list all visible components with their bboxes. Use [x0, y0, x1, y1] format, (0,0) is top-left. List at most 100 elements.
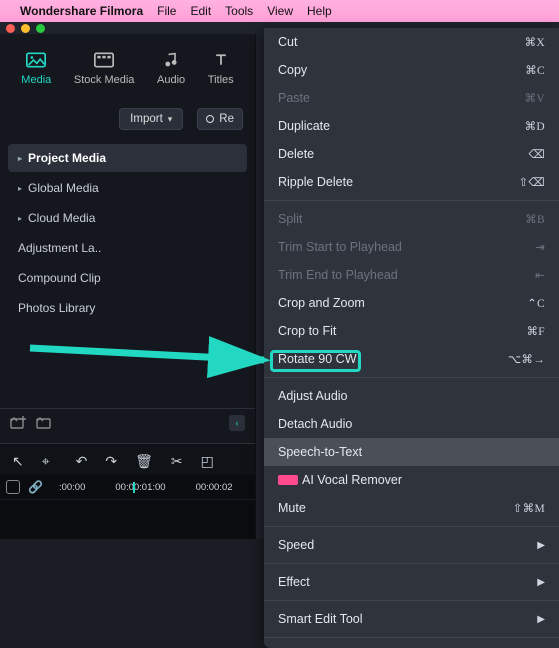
timeline-track[interactable]	[0, 499, 255, 539]
tab-titles[interactable]: Titles	[208, 52, 234, 86]
nav-cloud-media[interactable]: ▸ Cloud Media	[8, 204, 247, 232]
menu-item-adjust-audio[interactable]: Adjust Audio	[264, 382, 559, 410]
menu-separator	[264, 200, 559, 201]
import-button[interactable]: Import ▾	[119, 108, 183, 130]
menu-item-label: Speed	[278, 538, 314, 552]
menu-item-effect[interactable]: Effect▶	[264, 568, 559, 596]
window-minimize-button[interactable]	[21, 24, 30, 33]
menu-item-label: AI Vocal Remover	[302, 473, 402, 487]
menu-item-copy[interactable]: Copy ⌘C	[264, 56, 559, 84]
music-note-icon	[161, 52, 181, 68]
chevron-right-icon: ▸	[18, 154, 22, 163]
menu-item-crop-and-zoom[interactable]: Crop and Zoom⌃C	[264, 289, 559, 317]
menu-file[interactable]: File	[157, 4, 176, 18]
menu-item-label: Trim End to Playhead	[278, 268, 398, 282]
chevron-right-icon: ▸	[18, 214, 22, 223]
timeline-header: 🔗 :00:00 00:00:01:00 00:00:02	[0, 475, 255, 499]
link-icon[interactable]: 🔗	[28, 480, 43, 494]
menu-separator	[264, 600, 559, 601]
menu-item-label: Crop to Fit	[278, 324, 336, 338]
button-label: Import	[130, 113, 163, 125]
app-name: Wondershare Filmora	[20, 4, 143, 18]
nav-label: Global Media	[28, 181, 99, 195]
menu-item-cut[interactable]: Cut⌘X	[264, 28, 559, 56]
timeline-ruler[interactable]: :00:00 00:00:01:00 00:00:02	[51, 482, 249, 493]
reel-icon	[94, 52, 114, 68]
tab-audio[interactable]: Audio	[157, 52, 185, 86]
redo-button[interactable]: ↷	[105, 453, 117, 470]
record-button[interactable]: Re	[197, 108, 243, 130]
button-label: Re	[219, 113, 234, 125]
pointer-tool-icon[interactable]: ↖	[12, 453, 24, 470]
folder-icon[interactable]	[36, 416, 52, 430]
tab-media[interactable]: Media	[21, 52, 51, 86]
menu-tools[interactable]: Tools	[225, 4, 253, 18]
menu-separator	[264, 637, 559, 638]
ruler-tick: :00:00	[59, 482, 85, 493]
menu-item-delete[interactable]: Delete⌫	[264, 140, 559, 168]
menu-shortcut: ⌘V	[525, 91, 545, 105]
timeline-toolbar: ↖ ⌖ ↶ ↷ 🗑 ✂ ◰	[0, 443, 255, 479]
nav-project-media[interactable]: ▸Project Media	[8, 144, 247, 172]
menu-view[interactable]: View	[267, 4, 293, 18]
new-folder-icon[interactable]	[10, 416, 26, 430]
tab-label: Stock Media	[74, 74, 135, 86]
new-badge	[278, 475, 298, 485]
nav-adjustment-layer[interactable]: Adjustment La..	[8, 234, 247, 262]
crop-icon[interactable]: ◰	[201, 453, 214, 470]
menu-item-label: Rotate 90 CW	[278, 352, 357, 366]
text-t-icon	[211, 52, 231, 68]
menu-item-duplicate[interactable]: Duplicate ⌘D	[264, 112, 559, 140]
nav-label: Cloud Media	[28, 211, 95, 225]
tab-stock-media[interactable]: Stock Media	[74, 52, 135, 86]
menu-shortcut: ⌘C	[525, 63, 545, 77]
menu-shortcut: ⌘B	[525, 212, 545, 226]
menu-item-speech-to-text[interactable]: Speech-to-Text	[264, 438, 559, 466]
image-icon	[26, 52, 46, 68]
timeline-lock-icon[interactable]	[6, 480, 20, 494]
clip-context-menu: Cut⌘XCopy⌘CPaste⌘VDuplicate⌘DDelete⌫Ripp…	[264, 28, 559, 648]
window-zoom-button[interactable]	[36, 24, 45, 33]
tab-label: Titles	[208, 74, 234, 86]
menu-item-label: Detach Audio	[278, 417, 352, 431]
menu-separator	[264, 377, 559, 378]
window-close-button[interactable]	[6, 24, 15, 33]
menu-item-label: Copy	[278, 63, 307, 77]
media-panel: Media Stock Media Audio Titles	[0, 34, 256, 539]
menu-item-mute[interactable]: Mute⇧⌘M	[264, 494, 559, 522]
menu-item-ai-vocal-remover[interactable]: AI Vocal Remover	[264, 466, 559, 494]
nav-label: Photos Library	[18, 301, 95, 315]
menu-shortcut: ⌘F	[527, 324, 546, 338]
submenu-arrow-icon: ▶	[537, 614, 545, 625]
menu-shortcut: ⇤	[535, 268, 545, 282]
nav-photos-library[interactable]: Photos Library	[8, 294, 247, 322]
trash-icon[interactable]: 🗑	[135, 453, 153, 470]
menu-item-label: Ripple Delete	[278, 175, 353, 189]
menu-shortcut: ⇥	[535, 240, 545, 254]
menu-edit[interactable]: Edit	[190, 4, 211, 18]
playhead[interactable]	[133, 482, 135, 493]
ruler-tick: 00:00:02	[196, 482, 233, 493]
media-tabs: Media Stock Media Audio Titles	[0, 34, 255, 100]
menu-item-rotate-90-cw[interactable]: Rotate 90 CW⌥⌘→	[264, 345, 559, 373]
menu-item-crop-to-fit[interactable]: Crop to Fit ⌘F	[264, 317, 559, 345]
collapse-sidebar-button[interactable]: ‹	[229, 415, 245, 431]
menu-item-label: Duplicate	[278, 119, 330, 133]
menu-shortcut: ⇧⌫	[519, 175, 546, 189]
menu-separator	[264, 563, 559, 564]
cut-icon[interactable]: ✂	[171, 453, 183, 470]
menu-item-smart-edit-tool[interactable]: Smart Edit Tool▶	[264, 605, 559, 633]
menu-item-ripple-delete[interactable]: Ripple Delete ⇧⌫	[264, 168, 559, 196]
submenu-arrow-icon: ▶	[537, 540, 545, 551]
menu-shortcut: ⌘D	[525, 119, 545, 133]
undo-button[interactable]: ↶	[76, 453, 88, 470]
selection-tool-icon[interactable]: ⌖	[42, 453, 50, 470]
menu-item-speed[interactable]: Speed ▶	[264, 531, 559, 559]
chevron-left-icon: ‹	[236, 418, 239, 428]
nav-label: Compound Clip	[18, 271, 101, 285]
menu-help[interactable]: Help	[307, 4, 332, 18]
nav-compound-clip[interactable]: Compound Clip	[8, 264, 247, 292]
menu-item-label: Adjust Audio	[278, 389, 348, 403]
nav-global-media[interactable]: ▸Global Media	[8, 174, 247, 202]
menu-item-detach-audio[interactable]: Detach Audio	[264, 410, 559, 438]
